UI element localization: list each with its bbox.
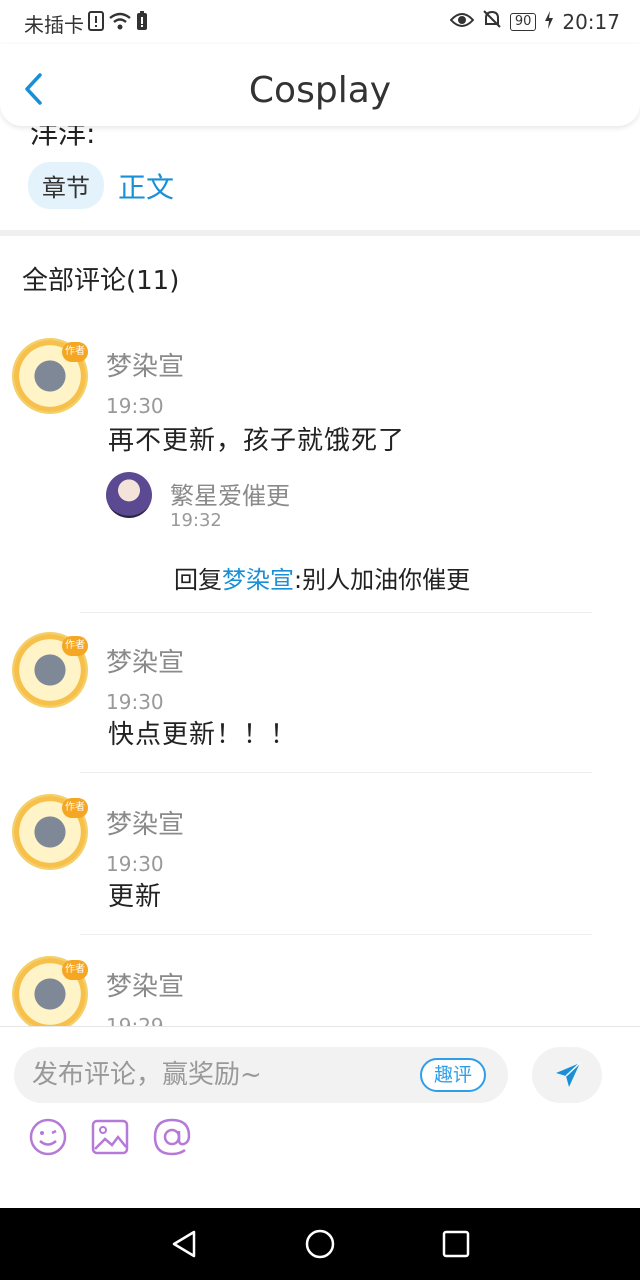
page-title: Cosplay bbox=[248, 70, 392, 111]
image-button[interactable] bbox=[90, 1117, 130, 1157]
author-badge: 作者 bbox=[62, 960, 88, 980]
author-badge: 作者 bbox=[62, 342, 88, 362]
body-link[interactable]: 正文 bbox=[118, 166, 174, 206]
reply-target-link[interactable]: 梦染宣 bbox=[222, 566, 294, 594]
comment-time: 19:30 bbox=[106, 394, 164, 414]
reply-time: 19:32 bbox=[170, 510, 222, 531]
comments-count-title: 全部评论(11) bbox=[22, 266, 180, 296]
nav-recents-button[interactable] bbox=[440, 1228, 472, 1260]
comment-time: 19:30 bbox=[106, 690, 164, 710]
avatar[interactable]: 作者 bbox=[14, 958, 88, 1030]
nav-back-button[interactable] bbox=[168, 1228, 200, 1260]
comment-composer: 趣评 bbox=[0, 1026, 640, 1208]
image-icon bbox=[91, 1119, 129, 1155]
comment-author[interactable]: 梦染宣 bbox=[106, 642, 184, 679]
comment-input[interactable] bbox=[32, 1055, 402, 1095]
quick-comment-button[interactable]: 趣评 bbox=[419, 1058, 486, 1092]
eye-icon bbox=[449, 10, 475, 34]
avatar[interactable]: 作者 bbox=[14, 634, 88, 706]
tag-row: 章节 正文 bbox=[28, 162, 174, 209]
comment-author[interactable]: 梦染宣 bbox=[106, 804, 184, 841]
comment-text[interactable]: 再不更新，孩子就饿死了 bbox=[108, 420, 405, 457]
battery-alert-icon bbox=[136, 11, 148, 36]
reply-avatar[interactable] bbox=[106, 472, 152, 518]
comment-time: 19:30 bbox=[106, 852, 164, 872]
comment-divider bbox=[80, 772, 592, 773]
comment-author[interactable]: 梦染宣 bbox=[106, 346, 184, 383]
clock: 20:17 bbox=[562, 9, 620, 34]
author-badge: 作者 bbox=[62, 636, 88, 656]
nav-home-button[interactable] bbox=[304, 1228, 336, 1260]
comment-divider bbox=[80, 934, 592, 935]
mention-button[interactable] bbox=[152, 1117, 192, 1157]
comment-input-box: 趣评 bbox=[14, 1047, 508, 1103]
send-button[interactable] bbox=[532, 1047, 602, 1103]
emoji-icon bbox=[29, 1118, 67, 1156]
reply-text[interactable]: 回复梦染宣:别人加油你催更 bbox=[174, 560, 470, 595]
sim-alert-icon bbox=[88, 11, 104, 36]
emoji-button[interactable] bbox=[28, 1117, 68, 1157]
status-left: 未插卡 bbox=[24, 9, 148, 38]
avatar[interactable]: 作者 bbox=[14, 796, 88, 868]
avatar[interactable]: 作者 bbox=[14, 340, 88, 412]
reply-content: :别人加油你催更 bbox=[294, 566, 471, 594]
comment-text[interactable]: 快点更新！！！ bbox=[108, 714, 297, 751]
charging-icon bbox=[544, 10, 554, 34]
section-divider bbox=[0, 230, 640, 236]
comment-text[interactable]: 更新 bbox=[108, 876, 162, 913]
send-icon bbox=[556, 1062, 581, 1087]
comment-time: 19:29 bbox=[106, 1014, 164, 1026]
comment-divider bbox=[80, 612, 592, 613]
chapter-tag[interactable]: 章节 bbox=[28, 162, 104, 209]
square-recents-icon bbox=[442, 1230, 470, 1258]
system-navigation-bar bbox=[0, 1208, 640, 1280]
comment-author[interactable]: 梦染宣 bbox=[106, 966, 184, 1003]
composer-tools bbox=[28, 1117, 192, 1157]
circle-home-icon bbox=[305, 1229, 335, 1259]
wifi-icon bbox=[108, 11, 132, 36]
carrier-text: 未插卡 bbox=[24, 13, 84, 37]
status-bar: 未插卡 90 20:17 bbox=[0, 0, 640, 44]
reply-prefix: 回复 bbox=[174, 566, 222, 594]
triangle-back-icon bbox=[172, 1230, 196, 1258]
battery-level: 90 bbox=[509, 12, 537, 31]
reply-author[interactable]: 繁星爱催更 bbox=[170, 476, 290, 511]
top-app-bar: Cosplay bbox=[0, 44, 640, 126]
at-icon bbox=[153, 1118, 191, 1156]
status-right: 90 20:17 bbox=[449, 9, 620, 34]
author-badge: 作者 bbox=[62, 798, 88, 818]
mute-bell-icon bbox=[482, 9, 502, 34]
